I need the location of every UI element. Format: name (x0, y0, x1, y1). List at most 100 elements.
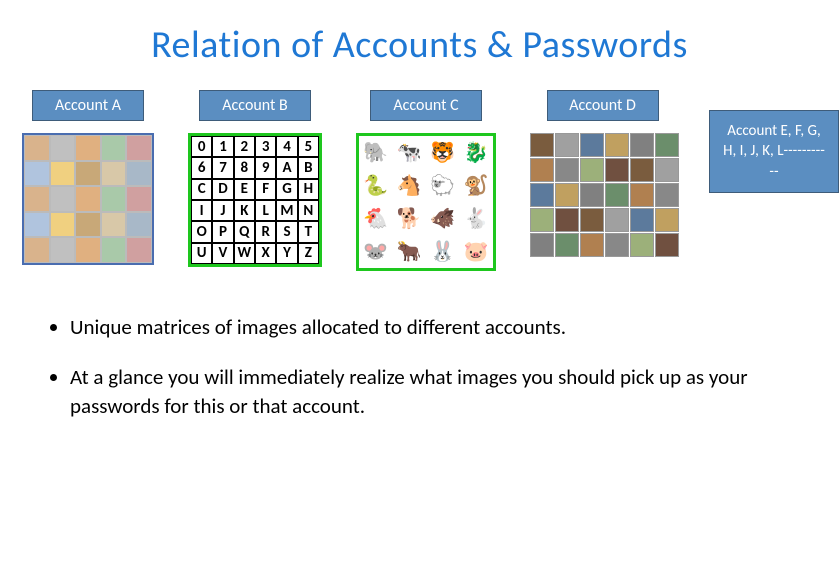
char-cell: E (234, 179, 255, 200)
animal-icon: 🐭 (359, 235, 393, 268)
photo-cell (75, 161, 101, 187)
thumb-cell (655, 158, 679, 182)
char-cell: 3 (255, 136, 276, 157)
char-cell: I (191, 200, 212, 221)
thumb-cell (655, 183, 679, 207)
thumb-cell (530, 133, 554, 157)
char-cell: Y (276, 243, 297, 264)
account-e-box: Account E, F, G, H, I, J, K, L----------… (709, 110, 839, 193)
char-cell: 0 (191, 136, 212, 157)
thumb-cell (530, 158, 554, 182)
bullet-1: Unique matrices of images allocated to d… (70, 313, 793, 341)
char-cell: S (276, 221, 297, 242)
thumb-cell (655, 233, 679, 257)
char-cell: 9 (255, 157, 276, 178)
thumb-cell (630, 183, 654, 207)
animal-icon: 🐍 (359, 169, 393, 202)
photo-cell (126, 237, 152, 263)
photo-cell (24, 237, 50, 263)
animal-icon: 🐷 (460, 235, 494, 268)
photo-cell (75, 135, 101, 161)
account-c-matrix: 🐘🐄🐯🐉🐍🐴🐑🐒🐔🐕🐗🐇🐭🐂🐰🐷 (356, 133, 496, 271)
char-cell: T (298, 221, 319, 242)
animal-icon: 🐒 (460, 169, 494, 202)
photo-cell (24, 135, 50, 161)
photo-cell (50, 135, 76, 161)
char-cell: H (298, 179, 319, 200)
thumb-cell (630, 208, 654, 232)
accounts-row: Account A Account B 0123456789ABCDEFGHIJ… (0, 90, 839, 271)
char-cell: 6 (191, 157, 212, 178)
animal-icon: 🐔 (359, 202, 393, 235)
bullet-2: At a glance you will immediately realize… (70, 363, 793, 420)
char-cell: L (255, 200, 276, 221)
thumb-cell (530, 233, 554, 257)
animal-icon: 🐉 (460, 136, 494, 169)
thumb-cell (555, 233, 579, 257)
thumb-cell (630, 233, 654, 257)
animal-icon: 🐯 (426, 136, 460, 169)
account-a-label: Account A (32, 90, 144, 121)
thumb-cell (655, 133, 679, 157)
photo-cell (50, 161, 76, 187)
thumb-cell (580, 133, 604, 157)
account-d-column: Account D (530, 90, 675, 257)
thumb-cell (580, 183, 604, 207)
char-cell: D (212, 179, 233, 200)
account-b-matrix: 0123456789ABCDEFGHIJKLMNOPQRSTUVWXYZ (188, 133, 322, 267)
char-cell: B (298, 157, 319, 178)
thumb-cell (580, 233, 604, 257)
bullet-list: Unique matrices of images allocated to d… (0, 271, 839, 420)
photo-cell (126, 135, 152, 161)
thumb-cell (630, 133, 654, 157)
account-c-column: Account C 🐘🐄🐯🐉🐍🐴🐑🐒🐔🐕🐗🐇🐭🐂🐰🐷 (356, 90, 496, 271)
photo-cell (126, 186, 152, 212)
char-cell: X (255, 243, 276, 264)
account-a-matrix (22, 133, 154, 265)
thumb-cell (630, 158, 654, 182)
char-cell: 1 (212, 136, 233, 157)
char-cell: 7 (212, 157, 233, 178)
photo-cell (75, 186, 101, 212)
animal-icon: 🐑 (426, 169, 460, 202)
account-b-label: Account B (199, 90, 311, 121)
thumb-cell (555, 133, 579, 157)
char-cell: R (255, 221, 276, 242)
char-cell: G (276, 179, 297, 200)
photo-cell (50, 186, 76, 212)
char-cell: 2 (234, 136, 255, 157)
char-cell: 8 (234, 157, 255, 178)
account-a-column: Account A (22, 90, 154, 265)
animal-icon: 🐗 (426, 202, 460, 235)
animal-icon: 🐂 (393, 235, 427, 268)
account-b-column: Account B 0123456789ABCDEFGHIJKLMNOPQRST… (188, 90, 322, 267)
char-cell: A (276, 157, 297, 178)
photo-cell (101, 212, 127, 238)
thumb-cell (530, 208, 554, 232)
animal-icon: 🐘 (359, 136, 393, 169)
photo-cell (101, 237, 127, 263)
thumb-cell (605, 133, 629, 157)
animal-icon: 🐕 (393, 202, 427, 235)
photo-cell (50, 237, 76, 263)
account-c-label: Account C (370, 90, 482, 121)
photo-cell (126, 212, 152, 238)
account-d-matrix (530, 133, 675, 257)
thumb-cell (580, 158, 604, 182)
animal-icon: 🐇 (460, 202, 494, 235)
photo-cell (101, 161, 127, 187)
thumb-cell (580, 208, 604, 232)
photo-cell (50, 212, 76, 238)
thumb-cell (605, 158, 629, 182)
char-cell: C (191, 179, 212, 200)
char-cell: 4 (276, 136, 297, 157)
char-cell: J (212, 200, 233, 221)
photo-cell (24, 161, 50, 187)
char-cell: V (212, 243, 233, 264)
char-cell: Z (298, 243, 319, 264)
char-cell: W (234, 243, 255, 264)
animal-icon: 🐄 (393, 136, 427, 169)
char-cell: N (298, 200, 319, 221)
char-cell: 5 (298, 136, 319, 157)
thumb-cell (605, 183, 629, 207)
